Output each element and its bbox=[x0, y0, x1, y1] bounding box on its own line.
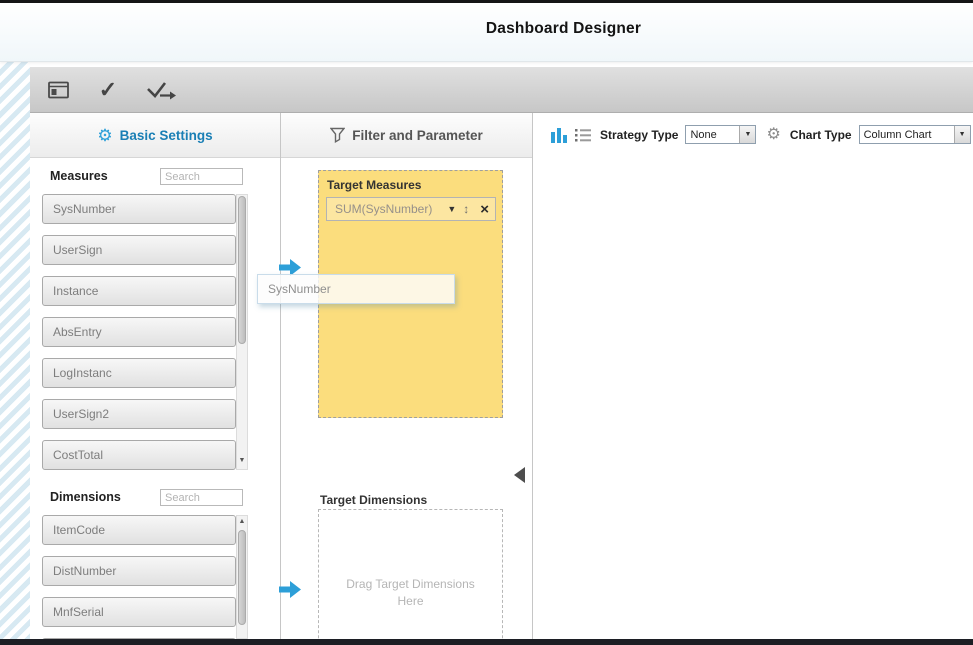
dimensions-list: ItemCode DistNumber MnfSerial bbox=[42, 515, 236, 640]
target-measure-value: SUM(SysNumber) bbox=[335, 202, 440, 216]
main-toolbar: ✓ bbox=[30, 67, 973, 113]
title-bar: Dashboard Designer bbox=[0, 3, 973, 62]
chart-type-value: Column Chart bbox=[860, 129, 954, 141]
filter-parameter-label: Filter and Parameter bbox=[352, 128, 483, 143]
filter-parameter-panel: Filter and Parameter Target Measures SUM… bbox=[281, 113, 533, 640]
page-title: Dashboard Designer bbox=[0, 3, 973, 38]
chart-panel: Strategy Type None ▼ ⚙ Chart Type Column… bbox=[533, 113, 973, 640]
sort-icon[interactable]: ↕ bbox=[463, 202, 469, 216]
chart-settings-gear-icon[interactable]: ⚙ bbox=[766, 127, 780, 143]
target-dimensions-placeholder: Drag Target Dimensions Here bbox=[341, 576, 481, 640]
bar-chart-icon[interactable] bbox=[551, 127, 568, 143]
bottom-border-bar bbox=[0, 639, 973, 645]
dimension-item[interactable]: DistNumber bbox=[42, 556, 236, 586]
strategy-type-value: None bbox=[686, 129, 739, 141]
basic-settings-panel: ⚙ Basic Settings Measures SysNumber User… bbox=[30, 113, 281, 640]
measure-item[interactable]: AbsEntry bbox=[42, 317, 236, 347]
assign-dimension-arrow-icon bbox=[279, 581, 301, 598]
validate-run-button[interactable] bbox=[142, 74, 180, 106]
target-measures-label: Target Measures bbox=[319, 171, 502, 192]
chart-type-select[interactable]: Column Chart ▼ bbox=[859, 125, 971, 144]
basic-settings-label: Basic Settings bbox=[120, 128, 213, 143]
measures-list: SysNumber UserSign Instance AbsEntry Log… bbox=[42, 194, 236, 481]
form-settings-button[interactable] bbox=[42, 74, 74, 106]
form-icon bbox=[48, 81, 69, 99]
dimension-item[interactable]: ItemCode bbox=[42, 515, 236, 545]
target-dimensions-dropzone[interactable]: Drag Target Dimensions Here bbox=[318, 509, 503, 640]
chevron-down-icon: ▼ bbox=[739, 126, 755, 143]
scroll-down-icon[interactable]: ▼ bbox=[237, 457, 247, 464]
measures-label: Measures bbox=[50, 169, 108, 183]
measure-item[interactable]: CostTotal bbox=[42, 440, 236, 470]
validate-button[interactable]: ✓ bbox=[92, 74, 124, 106]
scrollbar-thumb[interactable] bbox=[238, 530, 246, 625]
measure-item[interactable]: UserSign2 bbox=[42, 399, 236, 429]
scroll-up-icon[interactable]: ▲ bbox=[237, 518, 247, 525]
filter-parameter-header[interactable]: Filter and Parameter bbox=[281, 113, 532, 158]
collapse-panel-icon[interactable] bbox=[514, 467, 525, 483]
measure-item[interactable]: Instance bbox=[42, 276, 236, 306]
measures-scrollbar[interactable]: ▼ bbox=[236, 194, 248, 470]
dimensions-label: Dimensions bbox=[50, 490, 121, 504]
dimension-item[interactable]: MnfSerial bbox=[42, 597, 236, 627]
measure-item[interactable]: LogInstanc bbox=[42, 358, 236, 388]
strategy-type-label: Strategy Type bbox=[600, 128, 678, 142]
check-icon: ✓ bbox=[99, 79, 117, 101]
left-stripe-margin bbox=[0, 62, 30, 640]
chevron-down-icon[interactable]: ▼ bbox=[447, 204, 456, 214]
chevron-down-icon: ▼ bbox=[954, 126, 970, 143]
strategy-type-select[interactable]: None ▼ bbox=[685, 125, 756, 144]
chart-type-label: Chart Type bbox=[790, 128, 852, 142]
dimensions-scrollbar[interactable]: ▲ bbox=[236, 515, 248, 639]
remove-icon[interactable]: × bbox=[480, 202, 489, 217]
measures-search-input[interactable] bbox=[160, 168, 243, 185]
target-dimensions-label: Target Dimensions bbox=[320, 493, 427, 507]
basic-settings-header[interactable]: ⚙ Basic Settings bbox=[30, 113, 280, 158]
funnel-icon bbox=[330, 127, 345, 143]
legend-list-icon[interactable] bbox=[575, 128, 591, 142]
target-measure-chip[interactable]: SUM(SysNumber) ▼ ↕ × bbox=[326, 197, 496, 221]
scrollbar-thumb[interactable] bbox=[238, 196, 246, 344]
chart-toolbar: Strategy Type None ▼ ⚙ Chart Type Column… bbox=[533, 113, 973, 144]
check-arrow-icon bbox=[146, 80, 176, 100]
measure-item[interactable]: UserSign bbox=[42, 235, 236, 265]
measure-item[interactable]: SysNumber bbox=[42, 194, 236, 224]
dimensions-search-input[interactable] bbox=[160, 489, 243, 506]
gear-icon: ⚙ bbox=[97, 127, 112, 144]
drag-ghost: SysNumber bbox=[257, 274, 455, 304]
